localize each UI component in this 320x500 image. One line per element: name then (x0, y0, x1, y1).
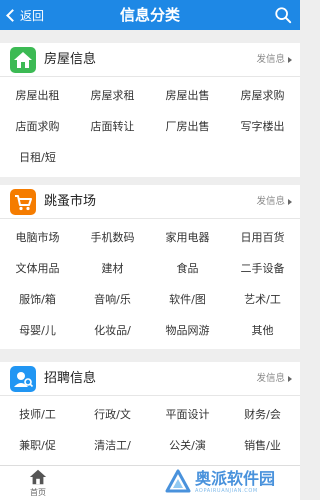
triangle-right-icon (288, 57, 292, 63)
post-info-label: 发信息 (256, 54, 285, 65)
section-header: 跳蚤市场 发信息 (0, 185, 300, 219)
category-item[interactable]: 其他 (225, 314, 300, 345)
page-title: 信息分类 (119, 6, 180, 24)
category-item[interactable]: 店面求购 (0, 110, 75, 141)
category-item[interactable]: 手机数码 (75, 221, 150, 252)
section-header: 房屋信息 发信息 (0, 43, 300, 77)
watermark-subtext: AOPAIRUANJIAN.COM (195, 488, 258, 494)
section-title: 招聘信息 (44, 371, 97, 386)
category-item[interactable]: 食品 (150, 252, 225, 283)
watermark-text: 奥派软件园 (195, 469, 276, 488)
section-title: 跳蚤市场 (44, 194, 97, 209)
category-item[interactable]: 店面转让 (75, 110, 150, 141)
cart-icon (10, 189, 36, 215)
category-item[interactable]: 清洁工/ (75, 429, 150, 460)
category-item[interactable]: 电脑市场 (0, 221, 75, 252)
section-title: 房屋信息 (44, 52, 97, 67)
category-item[interactable]: 房屋出租 (0, 79, 75, 110)
section-flea-market: 跳蚤市场 发信息 电脑市场 手机数码 家用电器 日用百货 文体用品 建材 食品 … (0, 185, 300, 349)
category-item[interactable]: 财务/会 (225, 398, 300, 429)
triangle-right-icon (288, 376, 292, 382)
search-icon[interactable] (274, 6, 292, 24)
watermark: 奥派软件园 AOPAIRUANJIAN.COM (165, 466, 295, 498)
post-info-label: 发信息 (256, 373, 285, 384)
post-info-link[interactable]: 发信息 (256, 185, 292, 219)
watermark-logo-icon (165, 469, 191, 493)
category-item[interactable]: 写字楼出 (225, 110, 300, 141)
category-item[interactable]: 二手设备 (225, 252, 300, 283)
category-item[interactable]: 技师/工 (0, 398, 75, 429)
category-item[interactable]: 日租/短 (0, 141, 75, 172)
category-item[interactable]: 日用百货 (225, 221, 300, 252)
section-header: 招聘信息 发信息 (0, 362, 300, 396)
category-item[interactable]: 软件/图 (150, 283, 225, 314)
category-item[interactable]: 家用电器 (150, 221, 225, 252)
nav-home[interactable]: 首页 (22, 468, 54, 500)
top-bar: 返回 信息分类 (0, 0, 300, 30)
category-item[interactable]: 公关/演 (150, 429, 225, 460)
category-item[interactable]: 房屋出售 (150, 79, 225, 110)
person-search-icon (10, 366, 36, 392)
post-info-link[interactable]: 发信息 (256, 362, 292, 396)
nav-home-label: 首页 (30, 488, 46, 497)
category-item[interactable]: 母婴/儿 (0, 314, 75, 345)
category-item[interactable]: 艺术/工 (225, 283, 300, 314)
home-icon (29, 469, 47, 485)
post-info-label: 发信息 (256, 196, 285, 207)
section-housing: 房屋信息 发信息 房屋出租 房屋求租 房屋出售 房屋求购 店面求购 店面转让 厂… (0, 43, 300, 177)
category-item[interactable]: 平面设计 (150, 398, 225, 429)
house-icon (10, 47, 36, 73)
section-jobs: 招聘信息 发信息 技师/工 行政/文 平面设计 财务/会 兼职/促 清洁工/ 公… (0, 362, 300, 465)
category-item[interactable]: 物品网游 (150, 314, 225, 345)
category-item[interactable]: 兼职/促 (0, 429, 75, 460)
category-item[interactable]: 房屋求购 (225, 79, 300, 110)
triangle-right-icon (288, 199, 292, 205)
category-item[interactable]: 行政/文 (75, 398, 150, 429)
category-item[interactable]: 房屋求租 (75, 79, 150, 110)
post-info-link[interactable]: 发信息 (256, 43, 292, 77)
category-item[interactable]: 服饰/箱 (0, 283, 75, 314)
category-item[interactable]: 销售/业 (225, 429, 300, 460)
category-item[interactable]: 厂房出售 (150, 110, 225, 141)
category-item[interactable]: 建材 (75, 252, 150, 283)
category-item[interactable]: 文体用品 (0, 252, 75, 283)
category-item[interactable]: 音响/乐 (75, 283, 150, 314)
category-item[interactable]: 化妆品/ (75, 314, 150, 345)
